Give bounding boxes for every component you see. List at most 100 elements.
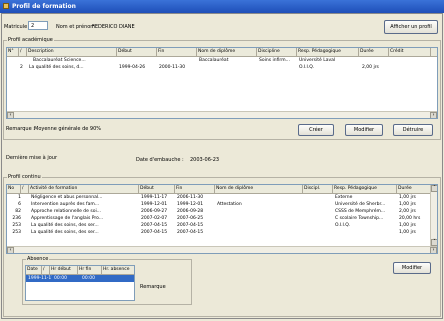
table-cell: O.I.I.Q. [299,65,315,70]
table-cell: 2007-04-15 [141,223,168,228]
scroll-down-icon[interactable]: ˅ [431,239,437,246]
table-cell: 1,00 jrs [399,195,416,200]
col-header[interactable]: Durée [397,185,431,193]
table-cell: Intervention auprès des fam... [31,202,100,207]
table-cell: Apprentissage de l'anglais Pro... [31,216,104,221]
matricule-field[interactable]: 2 [28,21,48,30]
table-cell: 2 [20,65,23,70]
table-cell: 00:00 [82,276,95,281]
col-header[interactable]: Hr. absence [102,266,134,274]
table-cell: C scolaire Township... [335,216,384,221]
academic-remarque-value: Moyenne générale de 90% [34,126,102,132]
table-cell: 20,00 hrs [399,216,421,221]
absence-grid[interactable]: Date / Hr début Hr fin Hr. absence 1999-… [25,265,135,301]
col-header[interactable]: Début [117,48,157,56]
col-header[interactable]: Discipline [257,48,297,56]
col-header[interactable]: Début [139,185,175,193]
table-cell: 2007-04-15 [177,223,204,228]
continuing-grid-header: No / Activité de formation Début Fin Nom… [7,185,431,194]
hire-date-value: 2003-06-23 [190,157,220,163]
table-cell: 2006-09-27 [141,209,168,214]
table-cell: Soins infirm... [259,58,290,63]
horizontal-scrollbar[interactable]: ‹ › [7,246,437,253]
academic-grid-header: N° / Description Début Fin Nom de diplôm… [7,48,437,57]
name-label: Nom et prénom [56,24,96,30]
col-header[interactable]: No [7,185,21,193]
vertical-scrollbar[interactable]: ˄ ˅ [430,185,437,246]
table-row-selected[interactable]: 1999-11-17 00:00 00:00 [26,275,134,282]
col-header[interactable]: Crédit [389,48,431,56]
table-cell: Approche relationnelle de soi... [31,209,101,214]
continuing-profile-title: Profil continu [7,174,42,180]
table-cell: 253 [12,230,21,235]
scroll-up-icon[interactable]: ˄ [431,185,437,192]
col-header[interactable]: Hr début [50,266,78,274]
table-cell: 1999-12-01 [177,202,204,207]
table-cell: La qualité des soins, d... [29,65,84,70]
academic-grid[interactable]: N° / Description Début Fin Nom de diplôm… [6,47,438,119]
col-header[interactable]: Fin [157,48,197,56]
scroll-left-icon[interactable]: ‹ [7,112,14,118]
table-cell: 2007-02-07 [141,216,168,221]
col-header[interactable]: Hr fin [78,266,102,274]
scroll-right-icon[interactable]: › [430,247,437,253]
table-cell: 236 [12,216,21,221]
col-header[interactable]: Date [26,266,42,274]
scroll-right-icon[interactable]: › [430,112,437,118]
academic-remarque-label: Remarque : [6,126,35,132]
table-cell: 1999-04-26 [119,65,146,70]
absence-remarque-label: Remarque [140,284,166,290]
col-header[interactable]: Activité de formation [29,185,139,193]
col-header[interactable]: Fin [175,185,215,193]
delete-button[interactable]: Détruire [393,124,433,136]
last-update-label: Dernière mise à jour [6,155,57,161]
col-header[interactable]: Resp. Pédagogique [297,48,359,56]
absence-grid-header: Date / Hr début Hr fin Hr. absence [26,266,134,275]
col-header[interactable]: / [21,185,29,193]
col-header[interactable]: Nom de diplôme [215,185,303,193]
horizontal-scrollbar[interactable]: ‹ › [7,111,437,118]
table-cell: Attestation [217,202,242,207]
table-cell: 2007-06-25 [177,216,204,221]
table-cell: 2,00 jrs [399,209,416,214]
window-title: Profil de formation [12,3,76,10]
col-header[interactable]: / [42,266,50,274]
absence-title: Absence [26,256,50,262]
table-cell: Externe [335,195,353,200]
col-header[interactable]: Resp. Pédagogique [333,185,397,193]
table-cell: 1,00 jrs [399,202,416,207]
table-cell: La qualité des soins, des ser... [31,230,99,235]
col-header[interactable]: / [19,48,27,56]
modify-button[interactable]: Modifier [345,124,383,136]
table-cell: 2,00 jrs [362,65,379,70]
table-cell: 2007-04-15 [141,230,168,235]
table-cell: 1,00 jrs [399,223,416,228]
hire-date-label: Date d'embauche : [136,157,184,163]
table-cell: Négligence et abus personnal... [31,195,103,200]
col-header[interactable]: Durée [359,48,389,56]
continuing-grid[interactable]: No / Activité de formation Début Fin Nom… [6,184,438,254]
table-cell: Université de Sherbr... [335,202,386,207]
table-cell: 1999-11-17 [141,195,168,200]
col-header[interactable]: Description [27,48,117,56]
name-value: FEDERICO DIANE [92,24,135,30]
window-titlebar: Profil de formation [0,0,444,13]
table-cell: Baccalauréat Science... [33,58,86,63]
table-cell: 2007-04-15 [177,230,204,235]
matricule-label: Matricule [4,24,28,30]
table-cell: Baccalauréat [199,58,229,63]
table-cell: O.I.I.Q. [335,223,351,228]
col-header[interactable]: Nom de diplôme [197,48,257,56]
col-header[interactable]: Discipl. [303,185,333,193]
academic-profile-title: Profil académique [7,37,54,43]
scroll-left-icon[interactable]: ‹ [7,247,14,253]
create-button[interactable]: Créer [298,124,334,136]
table-cell: 1999-11-17 [28,276,52,281]
table-cell: 1999-12-01 [141,202,168,207]
table-cell: 2000-11-30 [159,65,186,70]
table-cell: 82 [15,209,21,214]
table-cell: 6 [18,202,21,207]
col-header[interactable]: N° [7,48,19,56]
absence-modify-button[interactable]: Modifier [393,262,431,274]
print-profile-button[interactable]: Afficher un profil [384,20,438,34]
